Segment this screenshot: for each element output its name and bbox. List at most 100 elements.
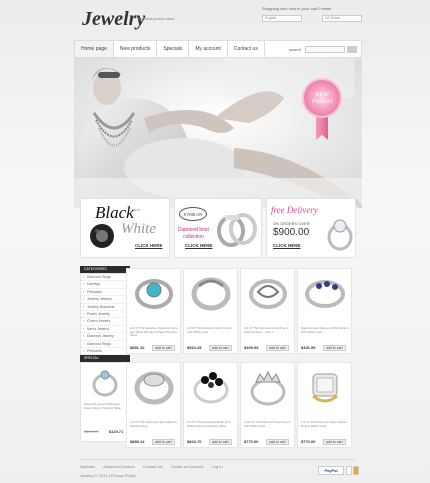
main-nav: Home page New products Specials My accou…	[74, 40, 362, 58]
add-to-cart-button[interactable]: add to cart	[266, 439, 289, 445]
category-item[interactable]: Men's Jewelry	[81, 326, 129, 334]
special-new-price: $119.71	[109, 429, 124, 434]
ring-image	[191, 277, 231, 311]
promo-2-caption1: Diamond knot	[178, 227, 209, 233]
promo-2-caption2: collection	[183, 234, 204, 240]
product-desc[interactable]: 1/4 CT TW Enhanced Black and White Diamo…	[187, 421, 236, 432]
nav-my-account[interactable]: My account	[189, 41, 228, 57]
promo-3-click-here[interactable]: CLICK HERE	[273, 243, 301, 248]
footer-link-advanced-search[interactable]: Advanced Search	[103, 464, 135, 469]
product-card[interactable]: Sapphire and Diamond Wild Band in 10K Wh…	[297, 268, 352, 354]
nav-contact[interactable]: Contact us	[228, 41, 265, 57]
promo-1-click-here[interactable]: CLICK HERE	[135, 243, 163, 248]
product-price: $851.10	[130, 345, 145, 350]
ring-image	[135, 279, 173, 309]
ring-image	[193, 372, 229, 404]
categories-list: Diamond Rings Earrings Pendants Jewelry …	[80, 273, 130, 357]
footer-link-create-account[interactable]: Create an Account	[171, 464, 204, 469]
footer-link-specials[interactable]: Specials	[80, 464, 95, 469]
category-item[interactable]: Charm Jewelry	[81, 318, 129, 326]
add-to-cart-button[interactable]: add to cart	[323, 439, 346, 445]
ring-image	[312, 373, 338, 403]
promo-3-sub: ON ORDERS OVER	[273, 221, 310, 226]
promo-3-amount: $900.00	[273, 227, 310, 238]
cart-status[interactable]: Shopping cart: now in your cart 0 items	[262, 6, 331, 11]
add-to-cart-button[interactable]: add to cart	[266, 345, 289, 351]
add-to-cart-button[interactable]: add to cart	[323, 345, 346, 351]
product-desc[interactable]: 1/10 CT TW Diamond Tiara Ring in 10K Whi…	[244, 421, 293, 432]
add-to-cart-button[interactable]: add to cart	[209, 439, 232, 445]
footer-link-login[interactable]: Log In	[211, 464, 222, 469]
categories-heading: CATEGORIES	[80, 266, 130, 273]
add-to-cart-button[interactable]: add to cart	[152, 439, 175, 445]
footer-link-contact[interactable]: Contact Us	[143, 464, 163, 469]
footer-links: Specials Advanced Search Contact Us Crea…	[80, 464, 223, 469]
diamond-ring-icon	[327, 219, 353, 251]
product-desc[interactable]: 1/4 CT TW Diamond Lady Glamour Fashion R…	[130, 421, 179, 432]
mastercard-icon	[353, 466, 359, 475]
product-desc[interactable]: 1/2 CT TW Diamond Three Cluster Ring in …	[301, 421, 350, 432]
nav-home[interactable]: Home page	[75, 41, 114, 57]
black-ring-icon	[90, 224, 114, 248]
special-heading: SPECIAL	[80, 355, 130, 362]
cart-items[interactable]: now in your cart 0 items	[289, 6, 331, 11]
category-item[interactable]: Jewelry Jewelry	[81, 296, 129, 304]
product-price: $409.99	[244, 345, 259, 350]
cart-label: Shopping cart:	[262, 6, 288, 11]
promo-3-title: free Delivery	[271, 205, 318, 215]
product-price: $823.70	[187, 439, 202, 444]
product-desc[interactable]: 1/4 CT TW Diamond Knot Ring in Sterling …	[244, 327, 293, 338]
badge-line1: NEW	[315, 91, 329, 98]
category-item[interactable]: Diamond Rings	[81, 341, 129, 348]
product-card[interactable]: 1/2 CT TW Hamilton Diamond Hoop and Whit…	[126, 268, 181, 354]
new-product-badge[interactable]: NEW Product	[302, 78, 342, 118]
footer-divider	[80, 459, 356, 460]
copyright: Jewelry © 2011 | Privacy Policy	[80, 473, 136, 478]
category-item[interactable]: Earrings	[81, 281, 129, 289]
product-card[interactable]: 1/4 CT TW Diamond Lady Glamour Fashion R…	[126, 362, 181, 448]
category-item[interactable]: Jewelry Bracelets	[81, 304, 129, 311]
ring-image	[134, 371, 174, 405]
special-old-price: $169.90	[84, 429, 99, 434]
paypal-logo: PayPal	[318, 466, 344, 475]
search-button[interactable]	[347, 46, 357, 53]
search-input[interactable]	[305, 46, 345, 53]
search-label: search	[289, 47, 302, 52]
promo-black-white[interactable]: Black and White CLICK HERE	[80, 198, 170, 258]
promo-free-delivery[interactable]: free Delivery ON ORDERS OVER $900.00 CLI…	[266, 198, 356, 258]
special-desc[interactable]: Diamond cut and Marquise Stone Ring in S…	[84, 402, 128, 410]
product-card[interactable]: 1/10 CT TW Diamond Tiara Ring in 10K Whi…	[240, 362, 295, 448]
product-desc[interactable]: 1/4 CT TW Diamond Swirl Ring in 10K Whit…	[187, 327, 236, 338]
visa-icon	[346, 466, 352, 475]
product-price: $431.99	[301, 345, 316, 350]
logo[interactable]: Jewelry	[82, 8, 145, 31]
currency-select[interactable]: US Dollar	[322, 15, 362, 22]
product-card[interactable]: 1/4 CT TW Diamond Swirl Ring in 10K Whit…	[183, 268, 238, 354]
tagline: the best jewels store	[138, 16, 175, 21]
category-item[interactable]: Pearls Jewelry	[81, 311, 129, 319]
everlon-seal: EVERLON	[179, 207, 207, 221]
promo-and: and	[133, 207, 140, 212]
product-desc[interactable]: Sapphire and Diamond Wild Band in 10K Wh…	[301, 327, 350, 338]
category-item[interactable]: Diamond Rings	[81, 274, 129, 282]
product-desc[interactable]: 1/2 CT TW Hamilton Diamond Hoop and Whit…	[130, 327, 179, 338]
add-to-cart-button[interactable]: add to cart	[152, 345, 175, 351]
category-item[interactable]: Pendants	[81, 289, 129, 297]
category-item[interactable]: Diamond Jewelry	[81, 333, 129, 341]
promo-2-click-here[interactable]: CLICK HERE	[185, 243, 213, 248]
promo-white-title: White	[121, 221, 156, 237]
special-ring-image	[92, 370, 118, 397]
nav-new-products[interactable]: New products	[114, 41, 158, 57]
badge-line2: Product	[311, 98, 333, 105]
language-select[interactable]: English	[262, 15, 302, 22]
promo-diamond-knot[interactable]: EVERLON Diamond knot collection CLICK HE…	[174, 198, 262, 258]
add-to-cart-button[interactable]: add to cart	[209, 345, 232, 351]
nav-specials[interactable]: Specials	[157, 41, 190, 57]
product-price: $524.25	[187, 345, 202, 350]
special-product[interactable]: Diamond cut and Marquise Stone Ring in S…	[80, 362, 130, 442]
product-card[interactable]: 1/4 CT TW Diamond Knot Ring in Sterling …	[240, 268, 295, 354]
product-card[interactable]: 1/4 CT TW Enhanced Black and White Diamo…	[183, 362, 238, 448]
product-price: $770.00	[301, 439, 316, 444]
ring-image	[249, 279, 287, 309]
product-card[interactable]: 1/2 CT TW Diamond Three Cluster Ring in …	[297, 362, 352, 448]
